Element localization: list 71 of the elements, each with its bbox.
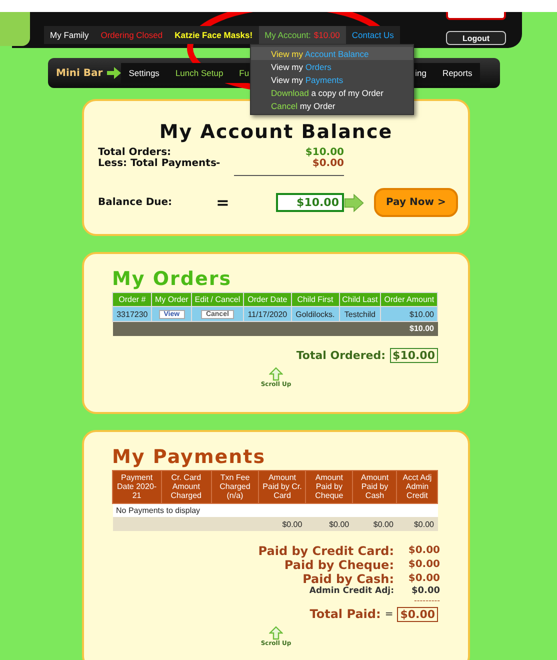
column-header: Txn Fee Charged (n/a) [211, 470, 259, 504]
logout-button[interactable]: Logout [446, 31, 506, 45]
column-header: Child Last [339, 292, 381, 307]
minus-sign: - [216, 158, 222, 169]
label: Total Paid: [310, 607, 381, 622]
logo [0, 12, 30, 46]
table-cell: $0.00 [352, 517, 397, 532]
column-header: Order Date [243, 292, 292, 307]
pay-now-button[interactable]: Pay Now > [374, 188, 458, 217]
menu-item[interactable]: View my Account Balance [251, 47, 413, 60]
value: $0.00 [311, 158, 344, 169]
equals-sign: = [384, 608, 394, 620]
summary-label: Paid by Credit Card: [258, 544, 394, 558]
mini-bar-link[interactable]: Reports [434, 68, 480, 78]
value: $10.00 [304, 147, 344, 158]
summary-label: Admin Credit Adj: [308, 586, 394, 596]
table-cell: $0.00 [396, 517, 438, 532]
table-cell: Testchild [339, 306, 381, 322]
column-header: Amount Paid by Cheque [306, 470, 353, 504]
menu-item[interactable]: Cancel my Order [251, 99, 413, 112]
table-cell: $10.00 [380, 306, 438, 322]
column-header: Order Amount [380, 292, 438, 307]
table-cell: 3317230 [112, 306, 152, 322]
table-total: $10.00 [112, 322, 438, 336]
summary-label: Paid by Cheque: [283, 558, 394, 572]
label: Balance Due: [98, 197, 174, 208]
column-header: Order # [112, 292, 152, 307]
mini-bar-label: Mini Bar [56, 68, 103, 78]
label: Less: Total Payments [98, 158, 216, 169]
total-ordered-value: $10.00 [390, 348, 438, 364]
section-title: My Payments [111, 446, 267, 468]
nav-link[interactable]: Ordering Closed [94, 26, 169, 44]
balance-due-value: $10.00 [276, 193, 344, 212]
table-cell: 11/17/2020 [243, 306, 292, 322]
column-header: Amount Paid by Cash [352, 470, 397, 504]
summary-value: $0.00 [407, 573, 440, 584]
section-title: My Account Balance [158, 121, 394, 143]
table-cell: Goldilocks. [291, 306, 339, 322]
nav-link[interactable]: Contact Us [346, 26, 400, 44]
label: Total Orders: [98, 147, 172, 158]
mini-bar-link[interactable]: Lunch Setup [167, 68, 232, 78]
column-header: Acct Adj Admin Credit [396, 470, 438, 504]
up-arrow-icon [269, 626, 283, 640]
column-header: Edit / Cancel [191, 292, 244, 307]
nav-link[interactable]: My Family [44, 26, 95, 44]
menu-item[interactable]: View my Orders [251, 60, 413, 73]
up-arrow-icon [269, 367, 283, 382]
menu-item[interactable]: Download a copy of my Order [251, 86, 413, 99]
mini-bar-link[interactable]: Settings [120, 68, 168, 78]
nav-link[interactable]: Katzie Face Masks! [168, 26, 259, 44]
section-title: My Orders [111, 268, 233, 290]
column-header: Cr. Card Amount Charged [161, 470, 212, 504]
column-header: Child First [291, 292, 339, 307]
menu-item[interactable]: View my Payments [251, 73, 413, 86]
table-cell: $0.00 [306, 517, 353, 532]
table-cell: $0.00 [258, 517, 306, 532]
summary-label: Paid by Cash: [302, 572, 394, 586]
nav-link[interactable]: My Account: $10.00 [258, 26, 346, 44]
equals-sign: = [216, 193, 230, 212]
column-header: Amount Paid by Cr. Card [258, 470, 306, 504]
empty-message: No Payments to display [112, 503, 438, 518]
summary-value: $0.00 [407, 559, 440, 570]
summary-value: $0.00 [410, 586, 440, 596]
arrow-right-icon [106, 67, 121, 79]
label: Total Ordered: [296, 349, 386, 362]
dashes: --------- [413, 596, 440, 605]
summary-value: $0.00 [407, 545, 440, 556]
column-header: My Order [152, 292, 192, 307]
total-paid-value: $0.00 [397, 606, 438, 622]
arrow-right-icon [344, 192, 364, 212]
column-header: Payment Date 2020-21 [112, 470, 162, 504]
